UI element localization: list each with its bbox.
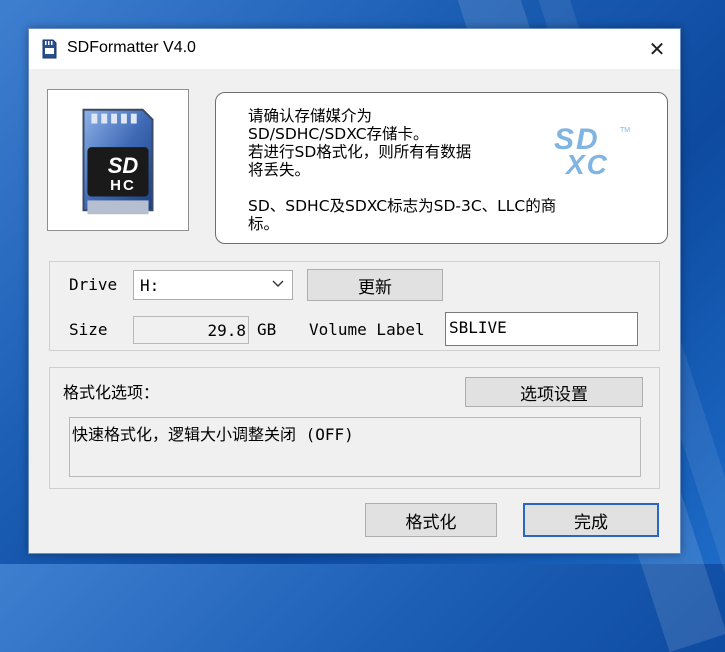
title-bar[interactable]: SDFormatter V4.0 ✕: [29, 29, 680, 69]
info-panel: 请确认存储媒介为 SD/SDHC/SDXC存储卡。 若进行SD格式化，则所有有数…: [215, 92, 668, 244]
drive-select[interactable]: H:: [133, 270, 293, 300]
trademark-notice: SD、SDHC及SDXC标志为SD-3C、LLC的商 标。: [248, 197, 557, 233]
size-unit: GB: [257, 320, 277, 339]
sd-card-logo-hc: HC: [110, 177, 136, 194]
volume-label-caption: Volume Label: [309, 320, 425, 339]
format-options-summary: 快速格式化，逻辑大小调整关闭 (OFF): [69, 417, 641, 477]
volume-label-value: SBLIVE: [449, 318, 507, 337]
drive-select-value: H:: [140, 276, 160, 295]
done-button[interactable]: 完成: [523, 503, 659, 537]
warning-message: 请确认存储媒介为 SD/SDHC/SDXC存储卡。 若进行SD格式化，则所有有数…: [248, 107, 472, 179]
sdformatter-window: SDFormatter V4.0 ✕ SD HC 请确认存储媒介为 SD/SDH…: [28, 28, 681, 554]
format-options-header: 格式化选项：: [63, 383, 160, 402]
volume-label-input[interactable]: SBLIVE: [445, 312, 638, 346]
chevron-down-icon: [272, 280, 284, 287]
window-title: SDFormatter V4.0: [67, 39, 196, 56]
size-value: 29.8: [207, 321, 246, 340]
option-settings-button[interactable]: 选项设置: [465, 377, 643, 407]
drive-label: Drive: [69, 275, 118, 294]
size-label: Size: [69, 320, 108, 339]
sd-card-logo-sd: SD: [107, 153, 139, 178]
sd-card-app-icon: [42, 39, 57, 59]
close-icon: ✕: [648, 38, 666, 61]
sdxc-logo-xc: XC: [566, 149, 609, 180]
sdxc-logo-tm: TM: [620, 127, 631, 134]
size-field: 29.8: [133, 316, 249, 344]
sdxc-logo: SD TM XC: [546, 123, 638, 183]
format-button[interactable]: 格式化: [365, 503, 497, 537]
refresh-button[interactable]: 更新: [307, 269, 443, 301]
close-button[interactable]: ✕: [634, 29, 680, 69]
